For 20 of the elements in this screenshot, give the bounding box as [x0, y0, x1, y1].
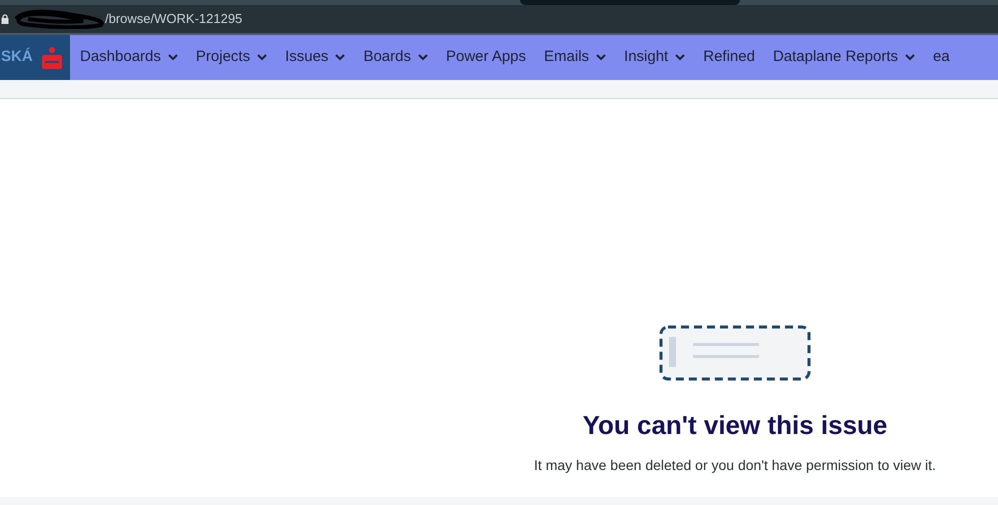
nav-item[interactable]: Emails	[544, 46, 606, 69]
url-text: /browse/WORK-121295	[105, 10, 242, 28]
logo-text: SKÁ	[1, 46, 33, 68]
nav-item[interactable]: Issues	[285, 46, 346, 69]
address-bar[interactable]: /browse/WORK-121295	[0, 5, 998, 35]
browser-tab[interactable]	[520, 0, 740, 5]
nav-item[interactable]: Projects	[196, 46, 268, 69]
empty-card-icon	[659, 325, 811, 381]
nav-item[interactable]: Dataplane Reports	[772, 46, 916, 69]
logo[interactable]: SKÁ	[0, 35, 70, 80]
nav-item[interactable]: Boards	[363, 46, 428, 69]
nav-item[interactable]: Dashboards	[80, 46, 178, 69]
logo-icon	[42, 46, 62, 70]
empty-state-message: It may have been deleted or you don't have permission to view it.	[534, 456, 936, 475]
lock-icon	[1, 14, 9, 24]
nav-item[interactable]: Refined	[703, 46, 755, 69]
empty-state-title: You can't view this issue	[582, 409, 888, 442]
nav-item[interactable]: Power Apps	[446, 46, 526, 69]
nav-item[interactable]: ea	[933, 46, 950, 69]
nav-item[interactable]: Insight	[624, 46, 686, 69]
